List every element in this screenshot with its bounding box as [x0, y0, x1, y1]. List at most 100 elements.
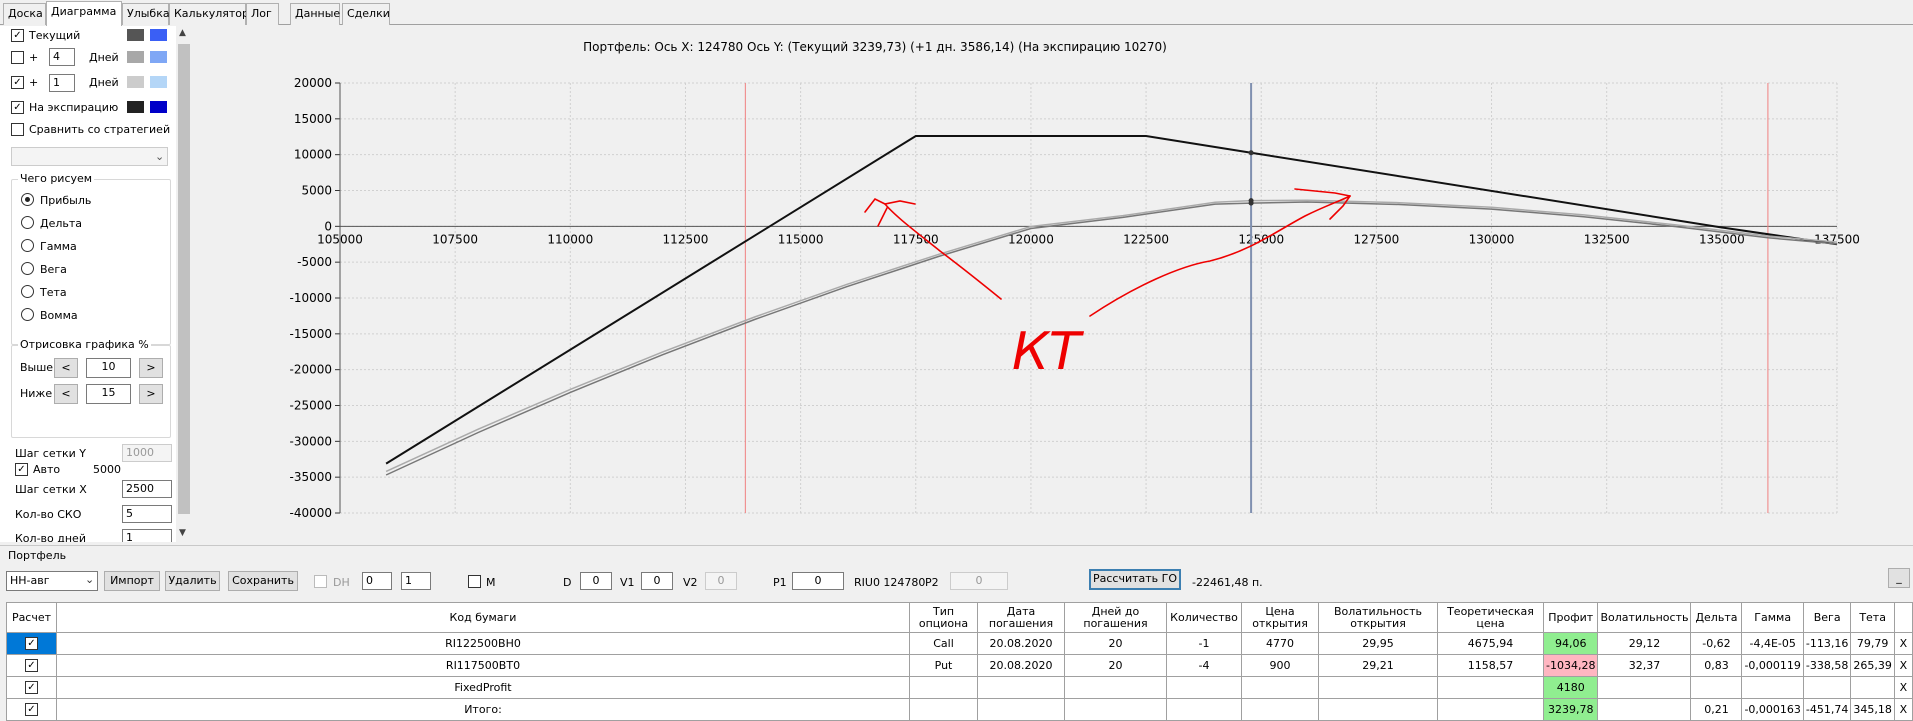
col-theta[interactable]: Тета [1850, 602, 1895, 633]
tab-log[interactable]: Лог [246, 3, 279, 25]
tab-deals[interactable]: Сделки [342, 3, 390, 25]
m-checkbox[interactable] [468, 575, 481, 588]
radio-gamma[interactable] [21, 239, 34, 252]
tab-smile[interactable]: Улыбка [122, 3, 170, 25]
import-button[interactable]: Импорт [104, 571, 160, 591]
table-row[interactable]: ✓ Итого: 3239,78 0,21 -0,000163 -451,74 345,18… [6, 698, 1913, 721]
vol-cell [1597, 698, 1692, 721]
tab-calculator[interactable]: Калькулятор [169, 3, 249, 25]
remove-row-button[interactable]: X [1893, 654, 1913, 677]
calc-cell[interactable]: ✓ [6, 654, 57, 677]
calc-cell[interactable]: ✓ [6, 632, 57, 655]
col-date[interactable]: Дата погашения [977, 602, 1065, 633]
profit-cell: 4180 [1542, 676, 1599, 699]
p1-input[interactable]: 0 [792, 572, 844, 590]
chevron-down-icon[interactable]: ⌄ [155, 150, 164, 163]
tab-board[interactable]: Доска [3, 3, 46, 25]
plus-days-1-color-1[interactable] [127, 51, 144, 63]
above-decrease-button[interactable]: < [54, 358, 78, 378]
above-input[interactable]: 10 [86, 358, 131, 378]
vol-cell: 29,12 [1597, 632, 1692, 655]
profit-chart[interactable]: 105000 107500 110000 112500 115000 117500 1200… [195, 26, 1913, 542]
compare-label: Сравнить со стратегией [29, 123, 171, 136]
col-profit[interactable]: Профит [1542, 602, 1599, 633]
radio-theta[interactable] [21, 285, 34, 298]
days-input-2[interactable]: 1 [49, 74, 75, 92]
col-gamma[interactable]: Гамма [1741, 602, 1804, 633]
dh-stepper-1[interactable]: 0 [362, 572, 392, 590]
chevron-down-icon[interactable]: ⌄ [85, 573, 94, 586]
grid-y-input[interactable]: 1000 [122, 444, 172, 462]
col-days[interactable]: Дней до погашения [1064, 602, 1167, 633]
col-qty[interactable]: Количество [1166, 602, 1242, 633]
table-row[interactable]: ✓ FixedProfit 4180 X [6, 676, 1913, 699]
radio-profit[interactable] [21, 193, 34, 206]
table-row[interactable]: ✓ RI117500BT0 Put 20.08.2020 20 -4 900 29,21 115… [6, 654, 1913, 677]
table-row[interactable]: ✓ RI122500BH0 Call 20.08.2020 20 -1 4770 29,95 4… [6, 632, 1913, 655]
dh-stepper-2[interactable]: 1 [401, 572, 431, 590]
row-checkbox[interactable]: ✓ [25, 681, 38, 695]
plus-days-2-color-2[interactable] [150, 76, 167, 88]
calc-go-button[interactable]: Рассчитать ГО [1089, 569, 1181, 590]
col-price[interactable]: Цена открытия [1241, 602, 1319, 633]
d-input[interactable]: 0 [580, 572, 612, 590]
days-count-input[interactable]: 1 [122, 529, 172, 542]
col-delta[interactable]: Дельта [1690, 602, 1743, 633]
compare-checkbox[interactable] [11, 123, 24, 136]
plus-days-2-checkbox[interactable]: ✓ [11, 76, 24, 89]
scroll-up-icon[interactable]: ▲ [179, 28, 186, 38]
current-checkbox[interactable]: ✓ [11, 29, 24, 42]
days-input-1[interactable]: 4 [49, 48, 75, 66]
below-increase-button[interactable]: > [139, 384, 163, 404]
auto-checkbox[interactable]: ✓ [15, 463, 28, 476]
radio-vomma[interactable] [21, 308, 34, 321]
expiration-color-2[interactable] [150, 101, 167, 113]
radio-vega[interactable] [21, 262, 34, 275]
v1-input[interactable]: 0 [641, 572, 673, 590]
vol-open-cell: 29,95 [1318, 632, 1438, 655]
above-increase-button[interactable]: > [139, 358, 163, 378]
col-vega[interactable]: Вега [1802, 602, 1852, 633]
code-cell: Итого: [56, 698, 910, 721]
scroll-thumb[interactable] [178, 44, 190, 514]
remove-row-button[interactable]: X [1893, 632, 1913, 655]
calc-cell[interactable]: ✓ [6, 698, 57, 721]
calc-cell[interactable]: ✓ [6, 676, 57, 699]
grid-x-input[interactable]: 2500 [122, 480, 172, 498]
row-checkbox[interactable]: ✓ [25, 659, 38, 673]
row-checkbox[interactable]: ✓ [25, 703, 38, 717]
remove-row-button[interactable]: X [1893, 676, 1913, 699]
expiration-checkbox[interactable]: ✓ [11, 101, 24, 114]
settings-scrollbar[interactable]: ▲ ▼ [176, 26, 192, 542]
col-code[interactable]: Код бумаги [56, 602, 910, 633]
row-checkbox[interactable]: ✓ [25, 637, 38, 651]
save-button[interactable]: Сохранить [228, 571, 298, 591]
tab-data[interactable]: Данные [290, 3, 340, 25]
col-vol[interactable]: Волатильность [1597, 602, 1692, 633]
v2-input[interactable]: 0 [705, 572, 737, 590]
plus-days-2-color-1[interactable] [127, 76, 144, 88]
plus-days-1-checkbox[interactable] [11, 51, 24, 64]
col-calc[interactable]: Расчет [6, 602, 57, 633]
delete-button[interactable]: Удалить [165, 571, 220, 591]
p2-input[interactable]: 0 [950, 572, 1008, 590]
tab-diagram[interactable]: Диаграмма [46, 1, 122, 26]
theta-cell: 79,79 [1850, 632, 1895, 655]
current-color-2[interactable] [150, 29, 167, 41]
strategy-select[interactable] [11, 147, 168, 166]
below-decrease-button[interactable]: < [54, 384, 78, 404]
radio-delta[interactable] [21, 216, 34, 229]
splitter[interactable] [0, 545, 1913, 546]
scroll-down-icon[interactable]: ▼ [179, 528, 186, 538]
col-theo[interactable]: Теоретическая цена [1437, 602, 1544, 633]
minimize-button[interactable]: _ [1888, 568, 1910, 588]
dh-checkbox[interactable] [314, 575, 327, 588]
below-input[interactable]: 15 [86, 384, 131, 404]
expiration-color-1[interactable] [127, 101, 144, 113]
plus-days-1-color-2[interactable] [150, 51, 167, 63]
current-color-1[interactable] [127, 29, 144, 41]
col-vol-open[interactable]: Волатильность открытия [1318, 602, 1438, 633]
remove-row-button[interactable]: X [1893, 698, 1913, 721]
sko-input[interactable]: 5 [122, 505, 172, 523]
col-type[interactable]: Тип опциона [909, 602, 978, 633]
